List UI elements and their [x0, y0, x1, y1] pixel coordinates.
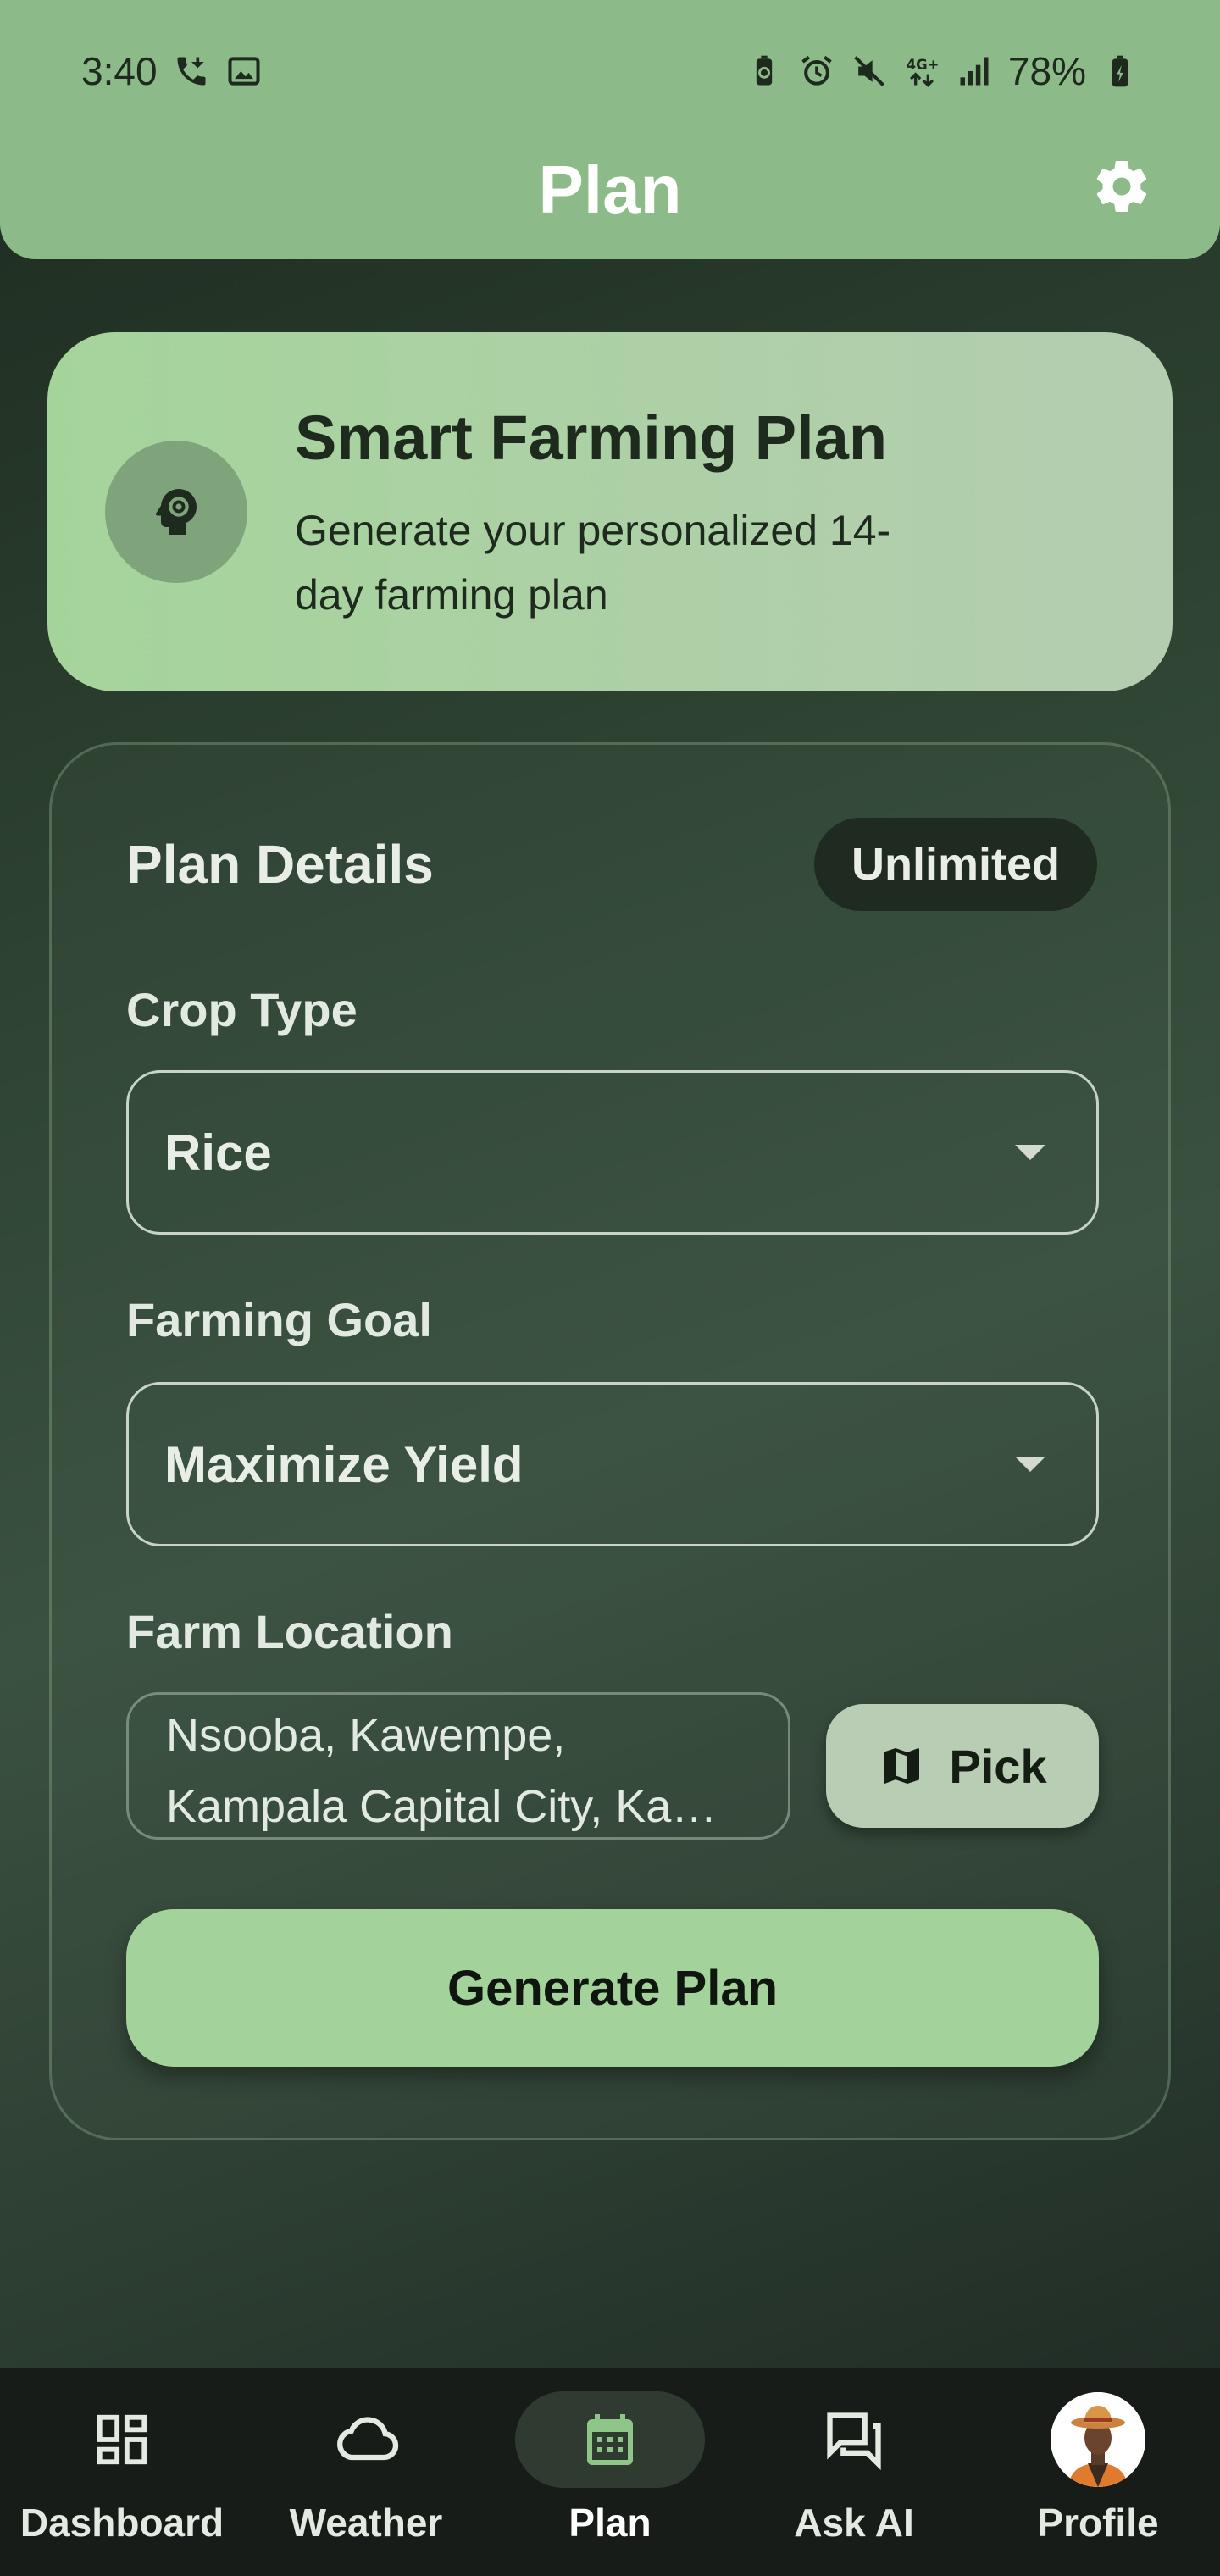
signal-icon [960, 57, 989, 86]
farming-goal-dropdown[interactable]: Maximize Yield [126, 1382, 1099, 1546]
chat-icon [827, 2412, 881, 2471]
nav-icon-container [1003, 2391, 1193, 2488]
nav-icon-container [759, 2391, 949, 2488]
avatar [1051, 2392, 1145, 2487]
nav-item-plan[interactable]: Plan [488, 2368, 732, 2576]
nav-label-weather: Weather [289, 2501, 443, 2545]
nav-item-ask-ai[interactable]: Ask AI [732, 2368, 976, 2576]
nav-item-profile[interactable]: Profile [976, 2368, 1220, 2576]
map-icon [884, 1748, 920, 1784]
status-badge: Unlimited [813, 818, 1097, 911]
gear-icon [1096, 161, 1147, 213]
nav-item-weather[interactable]: Weather [244, 2368, 488, 2576]
crop-type-value: Rice [164, 1124, 272, 1181]
generate-plan-button[interactable]: Generate Plan [126, 1909, 1099, 2067]
chevron-down-icon [1015, 1457, 1045, 1472]
svg-text:4G+: 4G+ [907, 57, 940, 73]
image-icon [228, 57, 260, 86]
battery-charging-icon [1112, 55, 1128, 87]
farm-location-field[interactable]: Nsooba, Kawempe, Kampala Capital City, K… [126, 1692, 790, 1840]
mute-icon [853, 56, 884, 86]
pick-location-button[interactable]: Pick [826, 1704, 1099, 1828]
farmer-avatar-icon [1051, 2392, 1145, 2487]
status-left: 3:40 [81, 48, 263, 94]
battery-percent: 78% [1007, 49, 1086, 93]
location-line-1: Nsooba, Kawempe, [166, 1710, 566, 1761]
app-bar: 3:40 4G+ 78% Plan [0, 0, 1220, 259]
hero-icon-circle [105, 441, 247, 583]
settings-button[interactable] [1090, 154, 1154, 219]
hero-subtitle: Generate your personalized 14-day farmin… [295, 507, 891, 619]
nav-item-dashboard[interactable]: Dashboard [0, 2368, 244, 2576]
crop-type-label: Crop Type [126, 983, 358, 1036]
nav-icon-container [515, 2391, 705, 2488]
chevron-down-icon [1015, 1145, 1045, 1160]
nav-label-plan: Plan [568, 2501, 652, 2545]
location-line-2: Kampala Capital City, Ka… [166, 1781, 718, 1832]
calendar-icon [587, 2414, 633, 2465]
nav-label-dashboard: Dashboard [19, 2501, 225, 2545]
head-gear-icon [155, 489, 197, 535]
status-time: 3:40 [81, 49, 158, 93]
plan-details-title: Plan Details [126, 834, 434, 895]
plan-details-card: Plan Details Unlimited Crop Type Rice Fa… [49, 742, 1171, 2140]
farming-goal-label: Farming Goal [126, 1293, 432, 1346]
bottom-nav: Dashboard Weather Plan Ask AI Profile [0, 2368, 1220, 2576]
call-forward-icon [177, 57, 206, 86]
pick-label: Pick [949, 1739, 1047, 1793]
farm-location-label: Farm Location [126, 1605, 453, 1658]
alarm-icon [801, 55, 832, 86]
dashboard-icon [97, 2414, 147, 2465]
smart-farming-card: Smart Farming Plan Generate your persona… [47, 332, 1173, 691]
status-right: 4G+ 78% [746, 48, 1139, 94]
page-title: Plan [538, 152, 682, 227]
hero-title: Smart Farming Plan [295, 402, 888, 473]
battery-saver-icon [756, 55, 773, 86]
nav-label-ask-ai: Ask AI [794, 2501, 914, 2545]
nav-icon-container [271, 2391, 461, 2488]
farming-goal-value: Maximize Yield [164, 1435, 524, 1493]
cloud-icon [337, 2417, 399, 2461]
nav-icon-container [27, 2391, 217, 2488]
crop-type-dropdown[interactable]: Rice [126, 1070, 1099, 1235]
4g-icon: 4G+ [907, 57, 940, 87]
nav-label-profile: Profile [1037, 2501, 1159, 2545]
status-bar: 3:40 4G+ 78% [81, 44, 1139, 98]
